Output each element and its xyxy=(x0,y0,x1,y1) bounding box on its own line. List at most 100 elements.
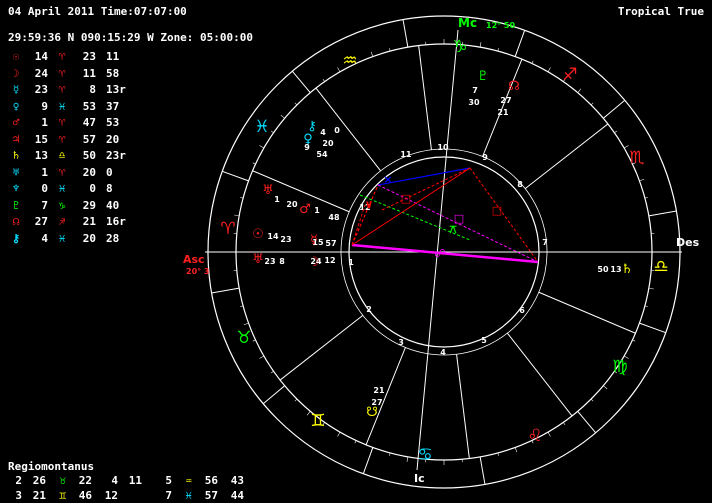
mercury-icon: ☿ xyxy=(12,83,20,96)
degree-tick xyxy=(270,371,274,374)
planet-minute: 0 xyxy=(89,182,96,195)
sign-icon: ♈ xyxy=(58,83,66,96)
planet-row-neptune: ♆ 0 ♓ 0 8 xyxy=(8,182,140,196)
planet-degree-label: 21 xyxy=(497,108,509,117)
degree-tick xyxy=(259,355,265,359)
mc-degree: 12° 50 xyxy=(486,21,515,30)
moon-icon: ☽ xyxy=(12,66,20,80)
zodiac-sign-icon: ♋ xyxy=(417,445,432,465)
degree-tick xyxy=(590,102,594,106)
ic-label: Ic xyxy=(414,472,425,485)
aspect-symbol: ∨ xyxy=(365,198,374,211)
planet-extra: 53 xyxy=(106,116,120,129)
degree-tick xyxy=(294,398,298,402)
zodiac-sign-icon: ♈ xyxy=(220,219,235,239)
zodiac-sign-icon: ♌ xyxy=(527,426,542,446)
degree-tick xyxy=(577,88,582,93)
planet-row-saturn: ♄ 13 ♎ 50 23r xyxy=(8,149,140,163)
sign-divider xyxy=(479,456,486,485)
degree-tick xyxy=(531,60,534,64)
planet-minute: 21 xyxy=(82,215,96,228)
sign-divider xyxy=(262,385,285,405)
degree-tick xyxy=(337,67,341,73)
sign-divider xyxy=(211,287,240,294)
planet-minute: 47 xyxy=(82,116,96,129)
planet-extra: 8 xyxy=(106,182,113,195)
degree-tick xyxy=(259,145,265,149)
planet-degree: 1 xyxy=(41,116,48,129)
uranus-icon: ♅ xyxy=(12,165,20,179)
house-value: 12 xyxy=(104,489,118,502)
mars-icon: ♂ xyxy=(12,116,20,129)
planet-extra: 40 xyxy=(106,198,120,212)
aspect-symbol: × xyxy=(383,173,392,186)
pluto-icon: ♇ xyxy=(477,69,489,84)
planet-degree-label: 23 xyxy=(264,257,275,266)
house-number: 4 xyxy=(440,348,446,357)
chiron-icon: ⚷ xyxy=(11,231,21,245)
sign-icon: ♓ xyxy=(58,182,66,195)
sign-icon: ♓ xyxy=(58,231,66,245)
degree-tick xyxy=(514,447,518,453)
planet-degree-label: 13 xyxy=(610,265,621,274)
zodiac-sign-icon: ♒ xyxy=(342,51,357,71)
house-row: 3 21 ♊ 46 12 7 ♓ 57 44 xyxy=(8,489,244,503)
house-number: 2 xyxy=(366,305,372,314)
degree-tick xyxy=(623,145,629,149)
uranus-icon: ♅ xyxy=(262,183,274,198)
neptune-icon: ♅ xyxy=(252,252,264,267)
sign-icon: ♎ xyxy=(58,149,66,162)
house-number: 3 xyxy=(398,338,404,347)
degree-tick xyxy=(632,339,636,342)
planet-degree: 4 xyxy=(41,231,48,245)
house-number: 10 xyxy=(437,143,449,152)
aspect-line xyxy=(381,167,471,211)
zodiac-sign-icon: ♓ xyxy=(254,117,269,137)
planet-minute: 11 xyxy=(82,66,96,80)
sign-icon: ♈ xyxy=(58,116,66,129)
planet-degree: 13 xyxy=(34,149,48,162)
planet-degree-label: 20 xyxy=(322,139,334,148)
house-number: 9 xyxy=(482,153,488,162)
planet-degree: 9 xyxy=(41,99,48,113)
asc-degree: 20° 3 xyxy=(186,267,209,276)
house-cusp xyxy=(365,347,406,446)
mars-icon: ♂ xyxy=(299,202,311,217)
planet-degree: 15 xyxy=(34,132,48,146)
saturn-icon: ♄ xyxy=(12,149,20,162)
sign-icon: ♈ xyxy=(58,50,66,63)
sign-divider xyxy=(291,70,311,93)
planet-degree: 1 xyxy=(41,165,48,179)
house-number: 6 xyxy=(519,306,525,315)
sign-icon: ♈ xyxy=(58,165,66,179)
planet-minute: 8 xyxy=(89,83,96,96)
sign-divider xyxy=(514,30,526,57)
house-number: 7 xyxy=(542,238,548,247)
house-cusp xyxy=(279,315,364,381)
degree-tick xyxy=(337,431,341,437)
sign-divider xyxy=(648,210,677,217)
sign-divider xyxy=(639,322,666,334)
degree-tick xyxy=(547,431,551,437)
degree-tick xyxy=(590,398,594,402)
degree-tick xyxy=(406,456,409,462)
aspect-symbol: ⚻ xyxy=(449,223,457,236)
planet-degree: 7 xyxy=(41,198,48,212)
degree-tick xyxy=(234,214,240,217)
house-number: 5 xyxy=(481,336,487,345)
sign-icon: ♒ xyxy=(185,474,192,487)
degree-tick xyxy=(322,78,325,82)
venus-icon: ♀ xyxy=(12,99,20,113)
planet-degree: 0 xyxy=(41,182,48,195)
planet-row-mercury: ☿ 23 ♈ 8 13r xyxy=(8,83,140,97)
planet-minute: 23 xyxy=(82,50,96,63)
degree-tick xyxy=(294,102,298,106)
mc-label: Mc xyxy=(458,16,477,30)
house-cusp xyxy=(418,45,432,150)
planet-row-mars: ♂ 1 ♈ 47 53 xyxy=(8,116,140,130)
planet-minute: 29 xyxy=(82,198,96,212)
planet-degree-label: 57 xyxy=(325,239,336,248)
house-value: 46 xyxy=(78,489,92,502)
house-value: 11 xyxy=(128,474,142,487)
zodiac-sign-icon: ♍ xyxy=(612,357,627,377)
